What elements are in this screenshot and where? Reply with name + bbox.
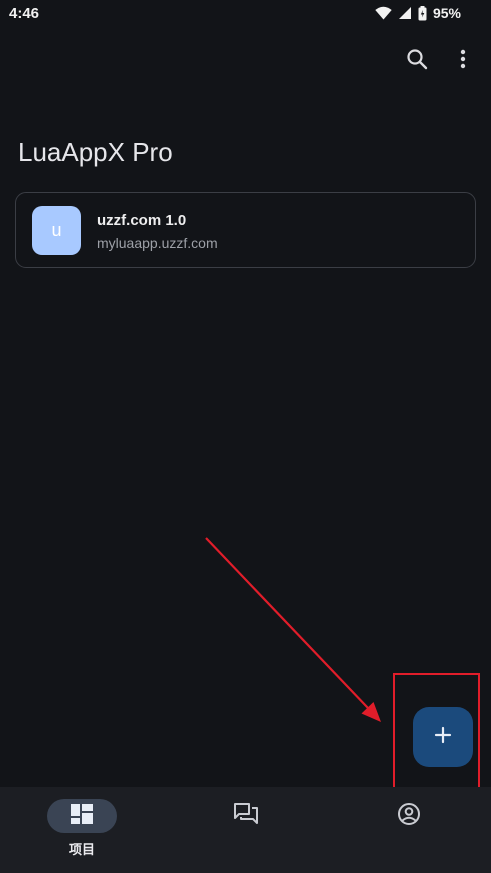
bottom-navigation: 项目 (0, 787, 491, 873)
app-screen: 4:46 95% LuaAppX Pro u uzzf.com 1.0 mylu… (0, 0, 491, 873)
search-icon (406, 48, 428, 75)
add-project-button[interactable] (413, 707, 473, 767)
toolbar-actions (401, 46, 479, 76)
nav-active-indicator (47, 799, 117, 833)
nav-label-projects: 项目 (68, 842, 95, 857)
plus-icon (434, 726, 452, 749)
status-bar: 4:46 95% (0, 0, 491, 28)
battery-icon (418, 5, 427, 21)
nav-icon-container (374, 799, 444, 833)
more-vert-icon (460, 49, 466, 74)
project-avatar: u (32, 206, 81, 255)
project-card[interactable]: u uzzf.com 1.0 myluaapp.uzzf.com (15, 192, 476, 268)
account-circle-icon (397, 802, 421, 831)
wifi-icon (375, 6, 392, 20)
nav-item-profile[interactable] (349, 787, 469, 873)
search-button[interactable] (401, 46, 433, 76)
nav-icon-container (211, 799, 281, 833)
signal-icon (398, 6, 412, 20)
dashboard-icon (71, 803, 93, 829)
battery-percent: 95% (432, 5, 461, 21)
status-icons: 95% (375, 5, 461, 21)
page-title: LuaAppX Pro (18, 137, 173, 167)
project-package: myluaapp.uzzf.com (97, 235, 218, 251)
nav-item-projects[interactable]: 项目 (22, 787, 142, 873)
status-time: 4:46 (9, 5, 40, 22)
forum-icon (234, 802, 258, 830)
more-options-button[interactable] (447, 46, 479, 76)
project-name: uzzf.com 1.0 (97, 212, 187, 229)
nav-item-messages[interactable] (186, 787, 306, 873)
